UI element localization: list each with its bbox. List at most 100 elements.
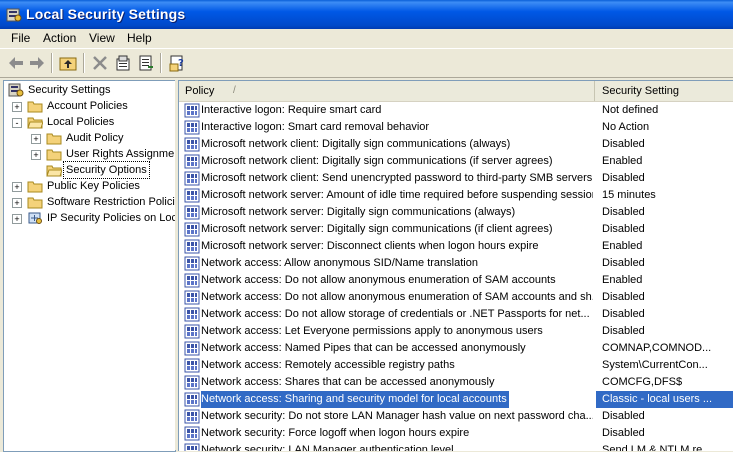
table-row[interactable]: Network access: Do not allow storage of … — [179, 306, 733, 323]
policy-icon — [184, 222, 200, 237]
table-row[interactable]: Interactive logon: Smart card removal be… — [179, 119, 733, 136]
policy-name: Microsoft network client: Digitally sign… — [201, 138, 511, 150]
table-row[interactable]: Network access: Named Pipes that can be … — [179, 340, 733, 357]
column-header-label: Security Setting — [602, 85, 680, 97]
expand-icon[interactable]: + — [12, 102, 22, 112]
security-setting-value: 15 minutes — [602, 189, 656, 201]
folder-icon — [46, 149, 62, 161]
title-bar[interactable]: Local Security Settings — [0, 0, 733, 29]
security-setting-value: Enabled — [602, 274, 643, 286]
table-row[interactable]: Microsoft network client: Send unencrypt… — [179, 170, 733, 187]
folder-open-icon — [46, 165, 62, 177]
policy-icon — [184, 409, 200, 424]
tree-item-label: Public Key Policies — [47, 180, 140, 192]
security-setting-value: Disabled — [602, 427, 645, 439]
table-row[interactable]: Network access: Sharing and security mod… — [179, 391, 733, 408]
column-header-policy[interactable]: Policy / — [179, 81, 595, 101]
policy-name: Network security: Do not store LAN Manag… — [201, 410, 593, 422]
security-setting-value: No Action — [602, 121, 650, 133]
folder-icon — [27, 197, 43, 209]
properties-icon[interactable] — [113, 53, 133, 73]
expand-icon[interactable]: + — [12, 182, 22, 192]
table-row[interactable]: Network access: Remotely accessible regi… — [179, 357, 733, 374]
menu-action[interactable]: Action — [43, 31, 76, 45]
table-row[interactable]: Network access: Do not allow anonymous e… — [179, 289, 733, 306]
policy-name: Network access: Allow anonymous SID/Name… — [201, 257, 478, 269]
collapse-icon[interactable]: - — [12, 118, 22, 128]
menu-file[interactable]: File — [11, 31, 30, 45]
table-row[interactable]: Network access: Let Everyone permissions… — [179, 323, 733, 340]
security-setting-value: Enabled — [602, 240, 643, 252]
expand-icon[interactable]: + — [12, 214, 22, 224]
security-setting-value: Not defined — [602, 104, 659, 116]
table-row[interactable]: Network access: Do not allow anonymous e… — [179, 272, 733, 289]
console-tree[interactable]: Security Settings + Account Policies - L… — [3, 80, 176, 452]
policy-name: Microsoft network server: Disconnect cli… — [201, 240, 539, 252]
security-setting-value: Classic - local users ... — [596, 391, 733, 408]
policy-icon — [184, 171, 200, 186]
table-row[interactable]: Microsoft network client: Digitally sign… — [179, 153, 733, 170]
tree-item-label: Software Restriction Policies — [47, 196, 176, 208]
policy-name: Microsoft network client: Digitally sign… — [201, 155, 553, 167]
menu-view[interactable]: View — [89, 31, 115, 45]
policy-name: Network access: Do not allow anonymous e… — [201, 274, 556, 286]
policy-name: Network security: Force logoff when logo… — [201, 427, 470, 439]
table-row[interactable]: Microsoft network server: Digitally sign… — [179, 204, 733, 221]
column-header-security-setting[interactable]: Security Setting — [596, 81, 733, 101]
tree-item-label: IP Security Policies on Local Computer — [47, 212, 175, 224]
export-list-icon[interactable] — [136, 53, 156, 73]
table-row[interactable]: Interactive logon: Require smart card Not… — [179, 102, 733, 119]
table-row[interactable]: Microsoft network server: Digitally sign… — [179, 221, 733, 238]
table-row[interactable]: Network security: Do not store LAN Manag… — [179, 408, 733, 425]
security-setting-value: Disabled — [602, 206, 645, 218]
policy-name: Network access: Remotely accessible regi… — [201, 359, 455, 371]
policy-icon — [184, 392, 200, 407]
tree-item-label: Security Options — [63, 161, 150, 179]
policy-icon — [184, 426, 200, 441]
list-header: Policy / Security Setting — [179, 81, 733, 102]
tree-item-label: Security Settings — [28, 84, 111, 96]
forward-icon[interactable] — [27, 53, 47, 73]
security-setting-value: COMCFG,DFS$ — [602, 376, 683, 388]
table-row[interactable]: Microsoft network server: Amount of idle… — [179, 187, 733, 204]
menu-bar: File Action View Help — [0, 29, 733, 49]
policy-name: Microsoft network client: Send unencrypt… — [201, 172, 593, 184]
policy-icon — [184, 239, 200, 254]
policy-name: Network access: Sharing and security mod… — [201, 391, 509, 408]
policy-name: Microsoft network server: Amount of idle… — [201, 189, 593, 201]
toolbar-separator — [160, 53, 162, 73]
expand-icon[interactable]: + — [12, 198, 22, 208]
up-one-level-icon[interactable] — [58, 53, 78, 73]
table-row[interactable]: Microsoft network server: Disconnect cli… — [179, 238, 733, 255]
expand-icon[interactable]: + — [31, 134, 41, 144]
table-row[interactable]: Network security: Force logoff when logo… — [179, 425, 733, 442]
table-row[interactable]: Microsoft network client: Digitally sign… — [179, 136, 733, 153]
security-setting-value: Disabled — [602, 325, 645, 337]
ip-security-icon — [28, 212, 42, 224]
security-setting-value: Disabled — [602, 138, 645, 150]
policy-icon — [184, 137, 200, 152]
policy-icon — [184, 120, 200, 135]
folder-icon — [27, 181, 43, 193]
table-row[interactable]: Network access: Shares that can be acces… — [179, 374, 733, 391]
policy-icon — [184, 307, 200, 322]
tree-item-label: Audit Policy — [66, 132, 124, 144]
delete-icon[interactable] — [90, 53, 110, 73]
security-setting-value: Disabled — [602, 223, 645, 235]
policy-icon — [184, 205, 200, 220]
policy-list[interactable]: Policy / Security Setting Interactive lo… — [178, 80, 733, 451]
menu-help[interactable]: Help — [127, 31, 152, 45]
policy-name: Interactive logon: Smart card removal be… — [201, 121, 430, 133]
toolbar-separator — [51, 53, 53, 73]
svg-text:?: ? — [178, 58, 184, 69]
policy-icon — [184, 103, 200, 118]
policy-icon — [184, 273, 200, 288]
security-setting-value: Disabled — [602, 257, 645, 269]
security-setting-value: Disabled — [602, 172, 645, 184]
help-icon[interactable]: ? — [167, 53, 187, 73]
back-icon[interactable] — [6, 53, 26, 73]
expand-icon[interactable]: + — [31, 150, 41, 160]
policy-name: Network access: Shares that can be acces… — [201, 376, 495, 388]
table-row[interactable]: Network access: Allow anonymous SID/Name… — [179, 255, 733, 272]
folder-open-icon — [27, 117, 43, 129]
